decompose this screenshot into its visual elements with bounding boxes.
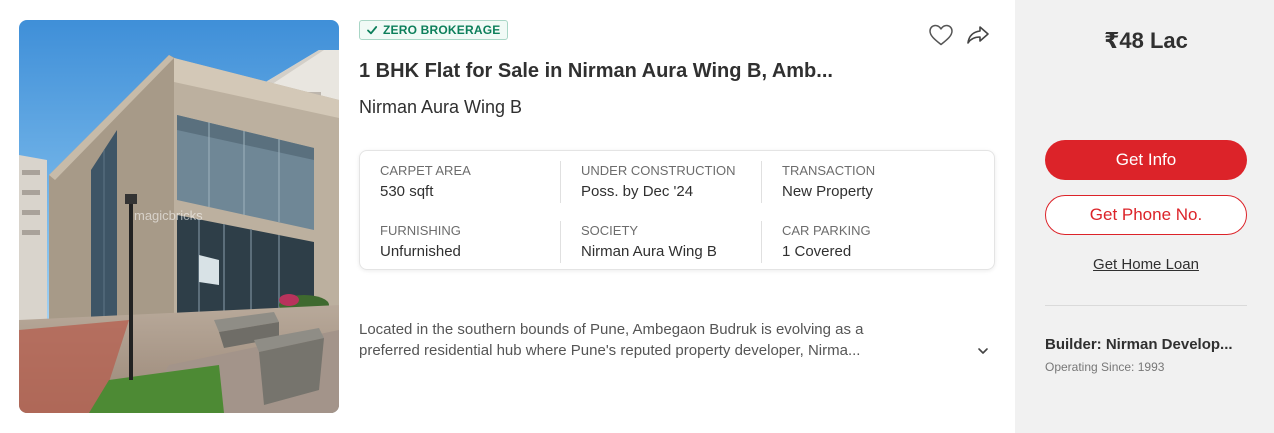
- spec-value: 1 Covered: [782, 243, 852, 260]
- spec-divider: [761, 161, 762, 203]
- photo-watermark: magicbricks: [134, 208, 203, 223]
- price: ₹48 Lac: [1104, 28, 1188, 53]
- spec-furnishing: FURNISHING Unfurnished: [380, 223, 570, 260]
- badge-label: ZERO BROKERAGE: [383, 23, 501, 37]
- check-icon: [367, 26, 378, 35]
- description-line: Located in the southern bounds of Pune, …: [359, 321, 864, 338]
- heart-icon: [929, 24, 953, 46]
- spec-value: New Property: [782, 183, 873, 200]
- divider: [1045, 305, 1247, 306]
- zero-brokerage-badge: ZERO BROKERAGE: [359, 20, 509, 40]
- spec-divider: [761, 221, 762, 263]
- favorite-button[interactable]: [927, 21, 955, 49]
- spec-divider: [560, 221, 561, 263]
- specs-box: CARPET AREA 530 sqft UNDER CONSTRUCTION …: [359, 150, 995, 270]
- spec-value: 530 sqft: [380, 183, 434, 200]
- description-line: preferred residential hub where Pune's r…: [359, 342, 861, 359]
- price-panel: ₹48 Lac Get Info Get Phone No. Get Home …: [1015, 0, 1274, 433]
- spec-value: Nirman Aura Wing B: [581, 243, 717, 260]
- spec-value: Poss. by Dec '24: [581, 183, 694, 200]
- builder-name[interactable]: Builder: Nirman Develop...: [1045, 336, 1250, 353]
- property-photo-image: magicbricks: [19, 20, 339, 413]
- project-name[interactable]: Nirman Aura Wing B: [359, 97, 522, 118]
- operating-since: Operating Since: 1993: [1045, 360, 1165, 374]
- get-phone-button[interactable]: Get Phone No.: [1045, 195, 1247, 235]
- share-icon: [967, 26, 989, 44]
- spec-transaction: TRANSACTION New Property: [782, 163, 972, 200]
- spec-possession: UNDER CONSTRUCTION Poss. by Dec '24: [581, 163, 771, 200]
- listing-description: Located in the southern bounds of Pune, …: [359, 319, 966, 361]
- spec-label: SOCIETY: [581, 223, 639, 238]
- property-card: magicbricks ZERO BROKERAGE 1 BHK Flat fo…: [0, 0, 1274, 433]
- share-button[interactable]: [964, 21, 992, 49]
- spec-society: SOCIETY Nirman Aura Wing B: [581, 223, 771, 260]
- home-loan-link[interactable]: Get Home Loan: [1015, 256, 1274, 273]
- chevron-down-icon[interactable]: [976, 344, 990, 358]
- spec-label: FURNISHING: [380, 223, 461, 238]
- spec-label: CARPET AREA: [380, 163, 471, 178]
- listing-details: ZERO BROKERAGE 1 BHK Flat for Sale in Ni…: [359, 0, 999, 433]
- get-info-button[interactable]: Get Info: [1045, 140, 1247, 180]
- spec-label: TRANSACTION: [782, 163, 876, 178]
- property-photo[interactable]: magicbricks: [19, 20, 339, 413]
- spec-value: Unfurnished: [380, 243, 461, 260]
- spec-label: CAR PARKING: [782, 223, 871, 238]
- spec-car-parking: CAR PARKING 1 Covered: [782, 223, 972, 260]
- listing-title[interactable]: 1 BHK Flat for Sale in Nirman Aura Wing …: [359, 60, 959, 83]
- spec-divider: [560, 161, 561, 203]
- spec-carpet-area: CARPET AREA 530 sqft: [380, 163, 570, 200]
- spec-label: UNDER CONSTRUCTION: [581, 163, 736, 178]
